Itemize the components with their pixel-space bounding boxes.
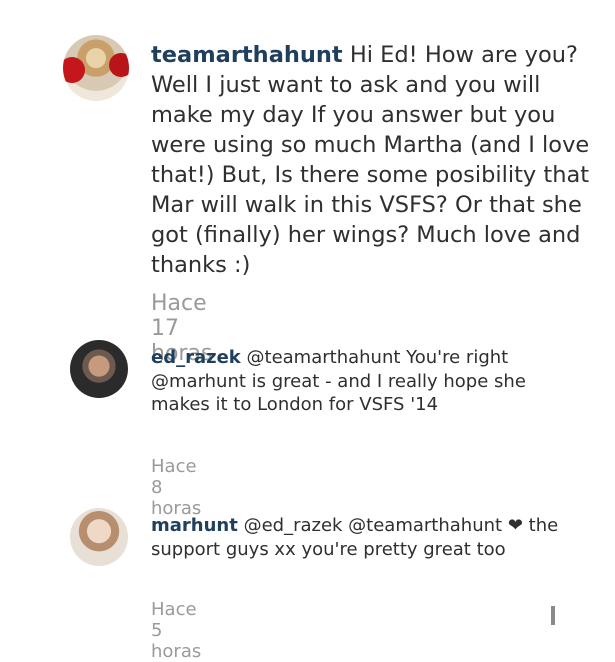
comment-timestamp: Hace 8 horas	[151, 456, 202, 519]
comment-text: @ed_razek @teamarthahunt	[243, 515, 503, 536]
comment-body: teamarthahunt Hi Ed! How are you? Well I…	[151, 40, 591, 280]
heart-icon: ❤	[507, 515, 523, 536]
comment-text: Hi Ed! How are you? Well I just want to …	[151, 42, 590, 278]
avatar[interactable]	[70, 340, 128, 398]
comment-timestamp: Hace 5 horas	[151, 599, 202, 662]
username-link[interactable]: ed_razek	[151, 347, 241, 368]
scrollbar[interactable]	[551, 606, 555, 625]
avatar[interactable]	[63, 35, 129, 101]
username-link[interactable]: marhunt	[151, 515, 238, 536]
comment-body: marhunt @ed_razek @teamarthahunt ❤ the s…	[151, 514, 561, 561]
username-link[interactable]: teamarthahunt	[151, 42, 343, 68]
avatar[interactable]	[70, 508, 128, 566]
rose-decoration	[109, 53, 129, 77]
rose-decoration	[63, 57, 85, 83]
comment-body: ed_razek @teamarthahunt You're right @ma…	[151, 346, 561, 417]
